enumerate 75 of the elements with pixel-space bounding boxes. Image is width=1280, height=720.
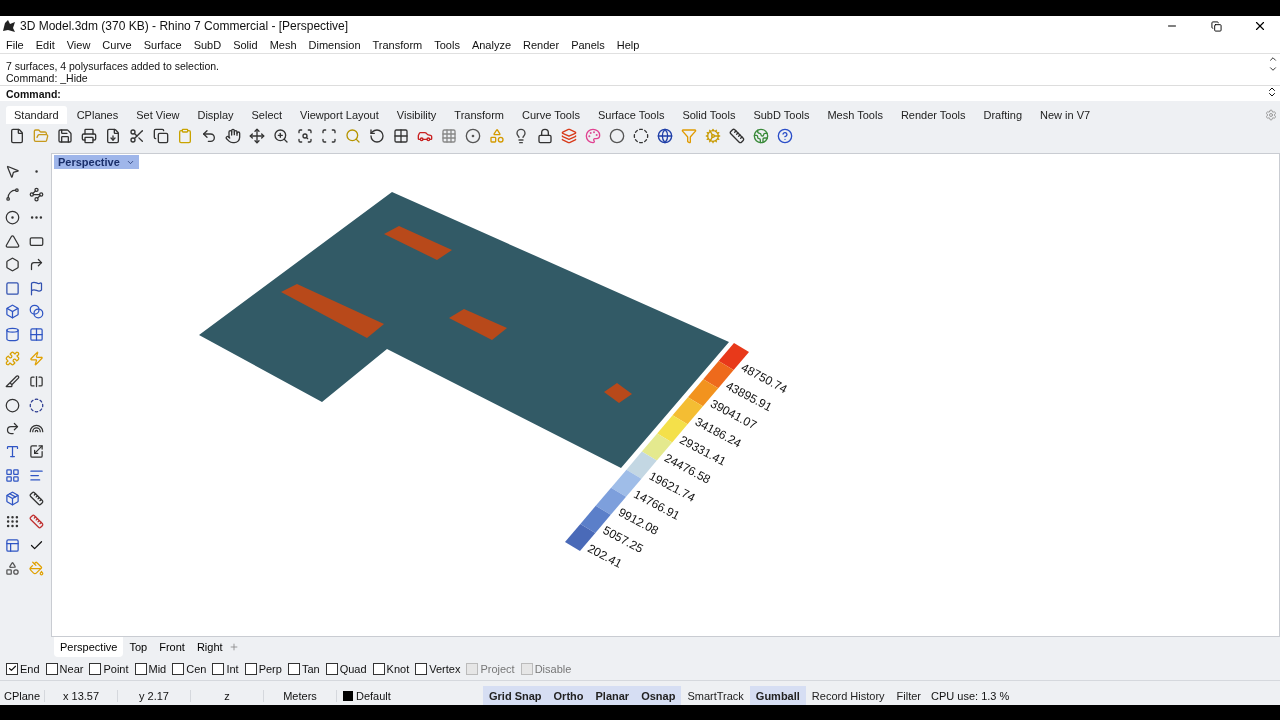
checkmark-icon <box>7 664 17 674</box>
menu-item[interactable]: Transform <box>372 38 429 51</box>
osnap-checkbox[interactable]: End <box>6 662 40 675</box>
status-toggle[interactable]: Planar <box>589 686 636 705</box>
toolbar-tab[interactable]: Visibility <box>388 106 445 125</box>
toolbar-tab[interactable]: Viewport Layout <box>292 106 387 125</box>
toolbar-tab[interactable]: SubD Tools <box>745 106 818 125</box>
restore-icon <box>1210 20 1222 32</box>
toolbar-tab[interactable]: Mesh Tools <box>819 106 891 125</box>
menu-item[interactable]: Panels <box>571 38 611 51</box>
toolbar-tab[interactable]: Transform <box>446 106 513 125</box>
osnap-checkbox[interactable]: Vertex <box>415 662 461 675</box>
status-toggle[interactable]: Osnap <box>635 686 682 705</box>
viewport-tab[interactable]: Perspective <box>54 637 124 658</box>
menu-item[interactable]: Dimension <box>308 38 367 51</box>
z-coordinate: z <box>191 689 264 702</box>
osnap-checkbox[interactable]: Quad <box>325 662 367 675</box>
status-toggle[interactable]: Filter <box>890 686 928 705</box>
viewport-tab[interactable]: Top <box>123 637 154 658</box>
x-coordinate: x 13.57 <box>45 689 118 702</box>
osnap-checkbox[interactable]: Near <box>45 662 84 675</box>
menu-item[interactable]: View <box>66 38 97 51</box>
toolbar-tab[interactable]: Select <box>243 106 291 125</box>
status-toggle[interactable]: Gumball <box>749 686 806 705</box>
rhino-logo-icon <box>2 19 16 33</box>
y-coordinate: y 2.17 <box>118 689 191 702</box>
menu-item[interactable]: Analyze <box>471 38 518 51</box>
status-toggle[interactable]: SmartTrack <box>681 686 750 705</box>
viewport-tab[interactable]: Front <box>153 637 191 658</box>
status-toggle[interactable]: Record History <box>805 686 891 705</box>
toolbar-tab[interactable]: Surface Tools <box>589 106 673 125</box>
viewport-name[interactable]: Perspective <box>58 156 120 169</box>
stress-region <box>604 383 632 404</box>
spinner-icon[interactable] <box>1266 86 1278 99</box>
menu-item[interactable]: Tools <box>434 38 466 51</box>
menu-item[interactable]: Solid <box>233 38 264 51</box>
close-icon <box>1253 19 1267 33</box>
stress-region <box>449 309 507 341</box>
osnap-checkbox[interactable]: Mid <box>134 662 167 675</box>
osnap-checkbox[interactable]: Knot <box>372 662 410 675</box>
window-title: 3D Model.3dm (370 KB) - Rhino 7 Commercial - [Perspective] <box>20 19 350 33</box>
osnap-checkbox[interactable]: Cen <box>172 662 207 675</box>
menu-item[interactable]: Edit <box>35 38 61 51</box>
osnap-checkbox[interactable]: Point <box>89 662 129 675</box>
osnap-checkbox[interactable]: Perp <box>244 662 282 675</box>
status-toggle[interactable]: Grid Snap <box>483 686 548 705</box>
stress-region <box>384 226 452 261</box>
command-history-line: 7 surfaces, 4 polysurfaces added to selection. <box>6 60 221 73</box>
toolbar-tab[interactable]: Solid Tools <box>674 106 744 125</box>
menu-item[interactable]: SubD <box>193 38 228 51</box>
menu-item[interactable]: Surface <box>143 38 188 51</box>
command-prompt: Command: <box>6 87 61 100</box>
toolbar-tab[interactable]: Set View <box>128 106 188 125</box>
toolbar-tab[interactable]: Standard <box>6 106 67 125</box>
toolbar-tab[interactable]: Render Tools <box>892 106 974 125</box>
toolbar-tab[interactable]: Drafting <box>975 106 1031 125</box>
cpu-usage: CPU use: 1.3 % <box>930 689 1010 702</box>
units-label[interactable]: Meters <box>264 689 337 702</box>
osnap-checkbox[interactable]: Tan <box>287 662 320 675</box>
viewport-tab[interactable]: Right <box>190 637 229 658</box>
status-toggle[interactable]: Ortho <box>547 686 590 705</box>
viewport-title[interactable]: Perspective <box>54 155 139 170</box>
toolbar-tab[interactable]: Curve Tools <box>514 106 588 125</box>
toolbar-tab[interactable]: Display <box>189 106 242 125</box>
toolbar-tab[interactable]: CPlanes <box>68 106 127 125</box>
menu-item[interactable]: Render <box>523 38 566 51</box>
command-history-line: Command: _Hide <box>6 72 89 85</box>
cplane-label[interactable]: CPlane <box>0 689 45 702</box>
menu-item[interactable]: File <box>6 38 30 51</box>
menu-item[interactable]: Curve <box>102 38 138 51</box>
menu-item[interactable]: Help <box>616 38 646 51</box>
toolbar-tab[interactable]: New in V7 <box>1032 106 1099 125</box>
menu-item[interactable]: Mesh <box>269 38 303 51</box>
layer-name[interactable]: Default <box>356 689 391 702</box>
osnap-checkbox[interactable]: Int <box>212 662 239 675</box>
